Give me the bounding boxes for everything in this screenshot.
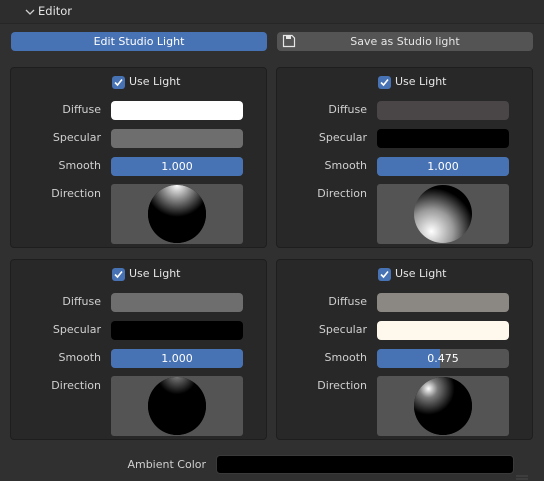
edit-studio-light-button[interactable]: Edit Studio Light <box>11 32 267 51</box>
specular-label: Specular <box>52 131 101 144</box>
use-light-label: Use Light <box>395 267 447 280</box>
light-card-3: Use Light Diffuse Specular Smooth 1.000 … <box>10 259 267 440</box>
checkbox[interactable] <box>112 268 125 281</box>
diffuse-label: Diffuse <box>62 295 101 308</box>
smooth-slider[interactable]: 1.000 <box>111 157 243 176</box>
specular-color-swatch[interactable] <box>377 129 509 148</box>
smooth-label: Smooth <box>324 159 367 172</box>
resize-grip-icon[interactable] <box>512 473 532 481</box>
smooth-value: 1.000 <box>161 160 193 173</box>
smooth-value: 1.000 <box>161 352 193 365</box>
smooth-value: 1.000 <box>427 160 459 173</box>
direction-sphere-icon <box>148 377 206 435</box>
direction-widget[interactable] <box>377 376 509 436</box>
specular-color-swatch[interactable] <box>111 321 243 340</box>
use-light-label: Use Light <box>129 75 181 88</box>
use-light-label: Use Light <box>129 267 181 280</box>
specular-label: Specular <box>318 323 367 336</box>
direction-widget[interactable] <box>377 184 509 244</box>
checkmark-icon <box>114 270 123 279</box>
checkbox[interactable] <box>112 76 125 89</box>
direction-widget[interactable] <box>111 376 243 436</box>
direction-label: Direction <box>317 379 367 392</box>
save-as-studio-light-label: Save as Studio light <box>350 35 460 48</box>
light-card-2: Use Light Diffuse Specular Smooth 1.000 … <box>276 67 533 248</box>
checkbox[interactable] <box>378 268 391 281</box>
smooth-label: Smooth <box>58 351 101 364</box>
editor-panel-header[interactable]: Editor <box>0 0 544 24</box>
specular-label: Specular <box>318 131 367 144</box>
panel-title: Editor <box>38 4 73 18</box>
specular-color-swatch[interactable] <box>111 129 243 148</box>
studio-light-editor: Editor Edit Studio Light Save as Studio … <box>0 0 544 481</box>
checkmark-icon <box>114 78 123 87</box>
save-as-studio-light-button[interactable]: Save as Studio light <box>277 32 533 51</box>
diffuse-label: Diffuse <box>328 295 367 308</box>
direction-label: Direction <box>317 187 367 200</box>
use-light-toggle-2[interactable]: Use Light <box>277 75 532 90</box>
use-light-toggle-4[interactable]: Use Light <box>277 267 532 282</box>
checkmark-icon <box>380 270 389 279</box>
direction-sphere-icon <box>148 185 206 243</box>
checkbox[interactable] <box>378 76 391 89</box>
ambient-color-swatch[interactable] <box>216 455 514 474</box>
diffuse-label: Diffuse <box>62 103 101 116</box>
diffuse-color-swatch[interactable] <box>111 293 243 312</box>
light-card-1: Use Light Diffuse Specular Smooth 1.000 … <box>10 67 267 248</box>
smooth-slider[interactable]: 1.000 <box>111 349 243 368</box>
direction-widget[interactable] <box>111 184 243 244</box>
use-light-label: Use Light <box>395 75 447 88</box>
ambient-color-label: Ambient Color <box>127 458 206 471</box>
diffuse-color-swatch[interactable] <box>111 101 243 120</box>
checkmark-icon <box>380 78 389 87</box>
diffuse-label: Diffuse <box>328 103 367 116</box>
diffuse-color-swatch[interactable] <box>377 293 509 312</box>
smooth-label: Smooth <box>324 351 367 364</box>
direction-label: Direction <box>51 187 101 200</box>
light-card-4: Use Light Diffuse Specular Smooth 0.475 … <box>276 259 533 440</box>
smooth-slider[interactable]: 0.475 <box>377 349 509 368</box>
save-file-icon <box>282 34 296 48</box>
specular-color-swatch[interactable] <box>377 321 509 340</box>
direction-label: Direction <box>51 379 101 392</box>
direction-sphere-icon <box>414 377 472 435</box>
smooth-slider[interactable]: 1.000 <box>377 157 509 176</box>
direction-sphere-icon <box>414 185 472 243</box>
chevron-down-icon[interactable] <box>24 6 36 18</box>
smooth-label: Smooth <box>58 159 101 172</box>
diffuse-color-swatch[interactable] <box>377 101 509 120</box>
smooth-value: 0.475 <box>427 352 459 365</box>
use-light-toggle-3[interactable]: Use Light <box>11 267 266 282</box>
specular-label: Specular <box>52 323 101 336</box>
use-light-toggle-1[interactable]: Use Light <box>11 75 266 90</box>
edit-studio-light-label: Edit Studio Light <box>93 35 185 48</box>
